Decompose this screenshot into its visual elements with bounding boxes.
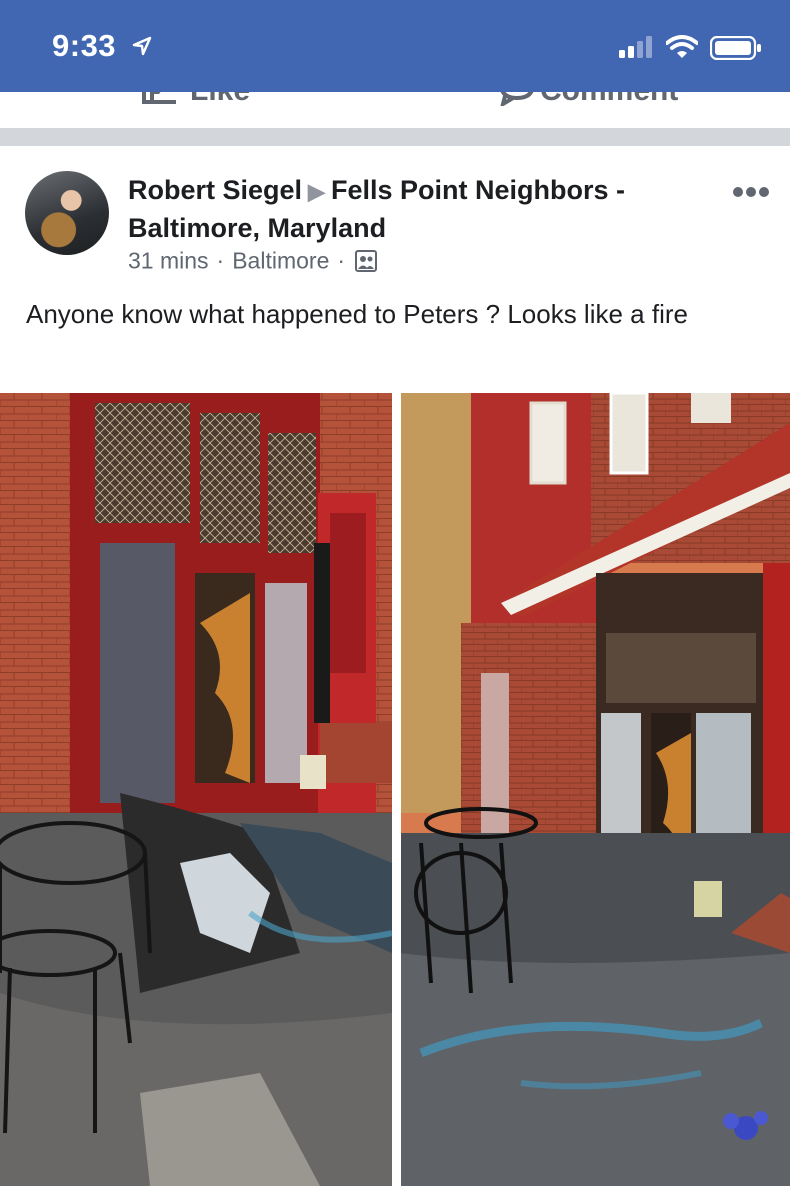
meta-separator: ·: [216, 247, 225, 274]
shared-to-arrow-icon: ▶: [308, 179, 325, 204]
status-time: 9:33: [52, 28, 117, 63]
wifi-icon: [666, 35, 698, 58]
feed-post: Robert Siegel ▶ Fells Point Neighbors - Ba…: [0, 146, 790, 1200]
author-name[interactable]: Robert Siegel: [128, 175, 302, 205]
feed-separator: [0, 128, 790, 146]
status-bar: 9:33: [0, 0, 790, 92]
post-photo-1[interactable]: [0, 393, 392, 1186]
battery-icon: [710, 36, 761, 60]
comment-icon[interactable]: [497, 92, 537, 106]
author-avatar[interactable]: [25, 171, 109, 255]
location-arrow-icon: [132, 36, 152, 56]
post-meta: 31 mins · Baltimore ·: [128, 246, 378, 274]
like-icon[interactable]: [142, 92, 182, 106]
comment-button[interactable]: Comment: [540, 92, 678, 108]
meta-separator: ·: [337, 247, 346, 274]
post-location[interactable]: Baltimore: [232, 247, 329, 273]
post-header: Robert Siegel ▶ Fells Point Neighbors - Ba…: [128, 172, 688, 246]
previous-post-action-row: Like Comment: [0, 92, 790, 128]
post-time[interactable]: 31 mins: [128, 247, 209, 273]
post-text: Anyone know what happened to Peters ? Lo…: [26, 299, 688, 329]
signal-icon: [619, 36, 652, 58]
group-audience-icon: [355, 249, 378, 272]
like-button[interactable]: Like: [190, 92, 250, 108]
more-options-icon[interactable]: [733, 186, 769, 198]
post-photo-2[interactable]: [401, 393, 790, 1186]
